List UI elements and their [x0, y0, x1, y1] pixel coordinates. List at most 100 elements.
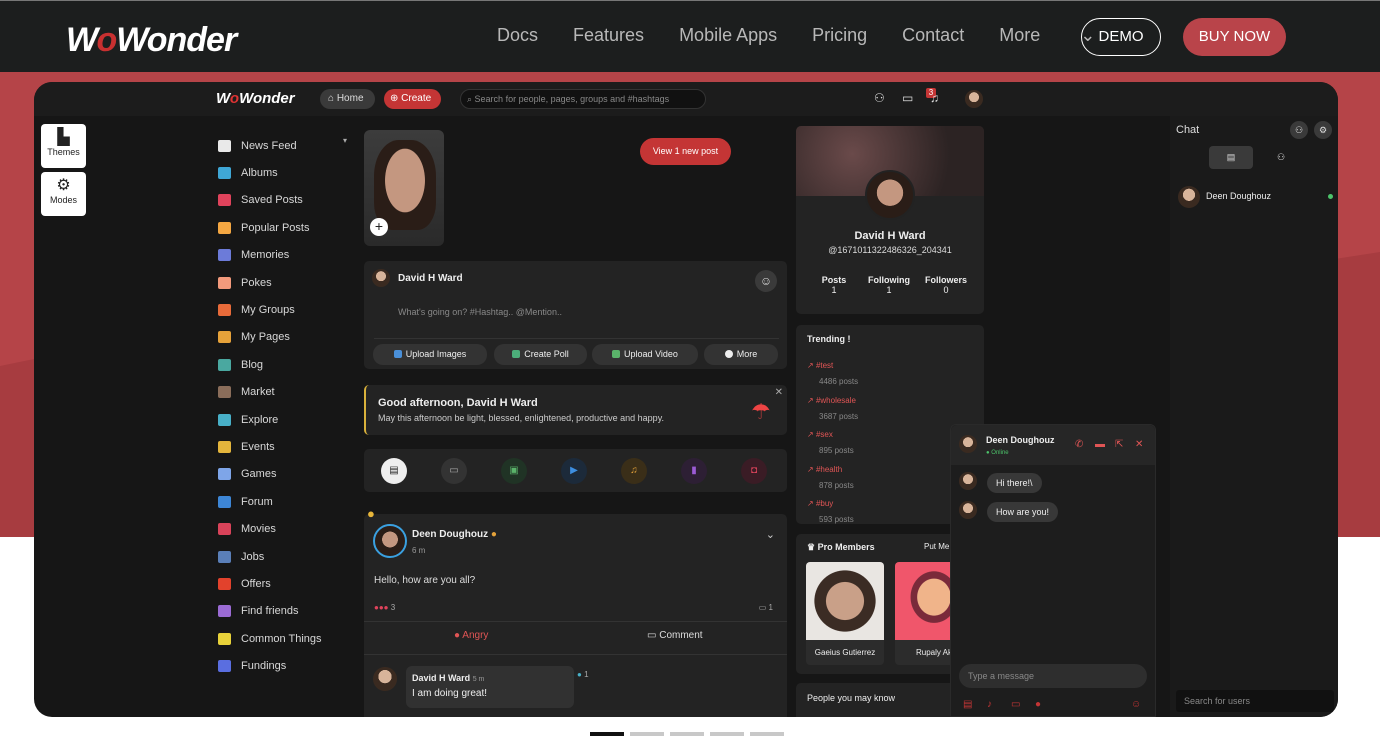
sidebar-item[interactable]: My Pages: [218, 324, 322, 351]
sidebar-item[interactable]: Memories: [218, 242, 322, 269]
bell-icon[interactable]: ♫: [930, 91, 939, 105]
video-call-icon[interactable]: ▬: [1095, 439, 1105, 450]
stat-posts[interactable]: Posts 1: [804, 275, 864, 295]
trending-item[interactable]: ↗ #wholesale 3687 posts: [807, 390, 858, 421]
gear-icon[interactable]: ⚙: [1314, 121, 1332, 139]
sidebar-item[interactable]: Market: [218, 379, 322, 406]
trending-tag[interactable]: ↗ #test: [807, 361, 833, 370]
online-user-name[interactable]: Deen Doughouz: [1206, 191, 1271, 201]
commenter-avatar[interactable]: [373, 667, 397, 691]
trending-item[interactable]: ↗ #test 4486 posts: [807, 355, 858, 386]
expand-icon[interactable]: ⇱: [1115, 439, 1123, 450]
file-posts-icon[interactable]: ▮: [681, 458, 707, 484]
comment-button[interactable]: ▭ Comment: [647, 630, 703, 641]
emoji-icon[interactable]: ☺: [755, 270, 777, 292]
carousel-dot[interactable]: [630, 732, 664, 736]
chat-avatar[interactable]: [959, 435, 977, 453]
music-posts-icon[interactable]: ♫: [621, 458, 647, 484]
chevron-down-icon[interactable]: ⌄: [766, 528, 775, 541]
sidebar-item[interactable]: My Groups: [218, 296, 322, 323]
user-avatar[interactable]: [965, 90, 983, 108]
upload-images-button[interactable]: Upload Images: [373, 344, 487, 365]
sidebar-item[interactable]: Fundings: [218, 652, 322, 679]
composer-input[interactable]: What's going on? #Hashtag.. @Mention..: [398, 307, 562, 317]
online-user-avatar[interactable]: [1178, 186, 1200, 208]
nav-docs[interactable]: Docs: [497, 25, 538, 46]
sidebar-item[interactable]: Movies: [218, 515, 322, 542]
story-card[interactable]: +: [364, 130, 444, 246]
sidebar-item[interactable]: Popular Posts: [218, 214, 322, 241]
demo-button[interactable]: DEMO: [1081, 18, 1161, 56]
sidebar-item[interactable]: Forum: [218, 488, 322, 515]
carousel-dot[interactable]: [750, 732, 784, 736]
trending-tag[interactable]: ↗ #sex: [807, 430, 833, 439]
carousel-dot[interactable]: [710, 732, 744, 736]
tab-groups[interactable]: ⚇: [1270, 146, 1292, 169]
author-avatar[interactable]: [373, 524, 407, 558]
record-icon[interactable]: ●: [1035, 699, 1041, 710]
stat-followers[interactable]: Followers 0: [916, 275, 976, 295]
pro-member[interactable]: Gaeius Gutierrez: [806, 562, 884, 665]
sidebar-item[interactable]: Blog: [218, 351, 322, 378]
trending-tag[interactable]: ↗ #wholesale: [807, 396, 856, 405]
themes-button[interactable]: ▙ Themes: [41, 124, 86, 168]
video-posts-icon[interactable]: ▶: [561, 458, 587, 484]
sidebar-item[interactable]: News Feed ▾: [218, 132, 347, 159]
sidebar-item[interactable]: Common Things: [218, 625, 322, 652]
sidebar-item[interactable]: Games: [218, 461, 322, 488]
add-story-icon[interactable]: +: [370, 218, 388, 236]
home-button[interactable]: ⌂ Home: [320, 89, 375, 109]
trending-item[interactable]: ↗ #health 878 posts: [807, 459, 854, 490]
microphone-icon[interactable]: ♪: [987, 699, 992, 710]
modes-button[interactable]: ⚙ Modes: [41, 172, 86, 216]
caret-down-icon[interactable]: ▾: [343, 136, 347, 145]
trending-tag[interactable]: ↗ #buy: [807, 499, 833, 508]
messages-icon[interactable]: ▭: [902, 91, 913, 105]
nav-contact[interactable]: Contact: [902, 25, 964, 46]
angry-reaction-button[interactable]: ● Angry: [454, 630, 488, 641]
emoji-icon[interactable]: ☺: [1131, 699, 1141, 710]
stat-following[interactable]: Following 1: [859, 275, 919, 295]
create-button[interactable]: ⊕ Create: [384, 89, 441, 109]
chat-name[interactable]: Deen Doughouz: [986, 435, 1055, 445]
phone-icon[interactable]: ✆: [1075, 439, 1083, 450]
comment-author[interactable]: David H Ward 5 m: [412, 673, 484, 683]
upload-video-button[interactable]: Upload Video: [592, 344, 698, 365]
nav-mobile-apps[interactable]: Mobile Apps: [679, 25, 777, 46]
sidebar-item[interactable]: Pokes: [218, 269, 322, 296]
sidebar-item[interactable]: Find friends: [218, 598, 322, 625]
put-me-link[interactable]: Put Me: [924, 542, 949, 551]
more-button[interactable]: More: [704, 344, 778, 365]
search-input[interactable]: ⌕ Search for people, pages, groups and #…: [460, 89, 706, 109]
carousel-dot[interactable]: [590, 732, 624, 736]
sidebar-item[interactable]: Offers: [218, 570, 322, 597]
profile-avatar[interactable]: [865, 170, 915, 220]
sidebar-item[interactable]: Albums: [218, 159, 322, 186]
trending-item[interactable]: ↗ #sex 895 posts: [807, 424, 854, 455]
buy-now-button[interactable]: BUY NOW: [1183, 18, 1286, 56]
attach-file-icon[interactable]: ▤: [963, 699, 972, 710]
nav-pricing[interactable]: Pricing: [812, 25, 867, 46]
sidebar-item[interactable]: Saved Posts: [218, 187, 322, 214]
site-logo[interactable]: WoWonder: [66, 21, 237, 60]
sidebar-item[interactable]: Explore: [218, 406, 322, 433]
create-poll-button[interactable]: Create Poll: [494, 344, 587, 365]
close-icon[interactable]: ✕: [775, 387, 783, 398]
message-input[interactable]: Type a message: [959, 664, 1147, 688]
all-posts-icon[interactable]: ▤: [381, 458, 407, 484]
post-author[interactable]: Deen Doughouz ●: [412, 529, 497, 540]
add-group-icon[interactable]: ⚇: [1290, 121, 1308, 139]
trending-item[interactable]: ↗ #buy 593 posts: [807, 493, 854, 524]
comment-like-count[interactable]: ● 1: [577, 670, 589, 679]
reactions-summary[interactable]: ●●● 3: [374, 603, 395, 612]
app-logo[interactable]: WoWonder: [216, 90, 295, 107]
search-users-input[interactable]: Search for users: [1176, 690, 1334, 712]
profile-name[interactable]: David H Ward: [796, 230, 984, 242]
close-icon[interactable]: ✕: [1135, 439, 1143, 450]
sidebar-item[interactable]: Jobs: [218, 543, 322, 570]
comment-count[interactable]: ▭ 1: [759, 603, 773, 612]
gif-icon[interactable]: ▭: [1011, 699, 1020, 710]
text-posts-icon[interactable]: ▭: [441, 458, 467, 484]
trending-tag[interactable]: ↗ #health: [807, 465, 842, 474]
tab-users[interactable]: ▤: [1209, 146, 1253, 169]
